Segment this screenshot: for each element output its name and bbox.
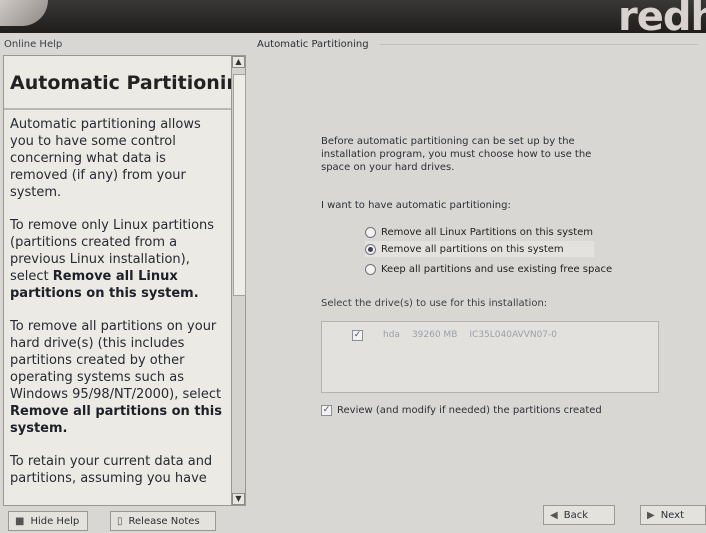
radio-button-icon[interactable]: [365, 226, 376, 238]
help-header: Online Help: [4, 39, 63, 50]
help-icon: ■: [15, 515, 25, 527]
brand-logo-text: redha: [618, 0, 706, 40]
main-panel: Before automatic partitioning can be set…: [250, 55, 706, 505]
drives-list[interactable]: ✓ hda 39260 MB IC35L040AVVN07-0: [321, 321, 659, 393]
radio-button-icon[interactable]: [365, 263, 376, 275]
redhat-swirl-logo-icon: [0, 0, 48, 26]
partition-choice-label: I want to have automatic partitioning:: [321, 200, 511, 211]
help-title: Automatic Partitioning: [10, 72, 232, 94]
help-panel[interactable]: Automatic Partitioning Automatic partiti…: [3, 55, 232, 506]
document-icon: ▯: [117, 515, 123, 527]
scroll-down-icon[interactable]: ▼: [232, 493, 245, 505]
back-arrow-icon: ◀: [550, 509, 558, 521]
option-keep-all[interactable]: Keep all partitions and use existing fre…: [365, 261, 612, 277]
top-banner: redha: [0, 0, 706, 40]
checkbox-checked-icon[interactable]: ✓: [321, 405, 332, 416]
drive-size: 39260 MB: [411, 330, 458, 340]
intro-text: Before automatic partitioning can be set…: [321, 136, 592, 173]
option-remove-all[interactable]: Remove all partitions on this system: [365, 241, 594, 257]
review-label: Review (and modify if needed) the partit…: [337, 405, 602, 416]
release-notes-button[interactable]: ▯ Release Notes: [110, 511, 216, 531]
scroll-thumb[interactable]: [233, 74, 246, 296]
back-button[interactable]: ◀ Back: [543, 505, 615, 525]
checkbox-checked-icon[interactable]: ✓: [352, 329, 363, 341]
help-paragraph: To retain your current data and partitio…: [10, 454, 213, 486]
scroll-up-icon[interactable]: ▲: [232, 56, 245, 68]
hide-help-button[interactable]: ■ Hide Help: [8, 511, 88, 531]
help-divider: [4, 108, 231, 110]
header-divider: [380, 44, 698, 45]
review-checkbox-row[interactable]: ✓ Review (and modify if needed) the part…: [321, 405, 602, 416]
help-paragraph: To remove only Linux partitions (partiti…: [10, 218, 215, 301]
drive-row-hda[interactable]: ✓ hda 39260 MB IC35L040AVVN07-0: [322, 328, 658, 342]
next-button[interactable]: ▶ Next: [640, 505, 706, 525]
drive-model: IC35L040AVVN07-0: [469, 330, 558, 340]
help-paragraph: Automatic partitioning allows you to hav…: [10, 117, 201, 200]
help-paragraph: To remove all partitions on your hard dr…: [10, 319, 222, 436]
help-scrollbar[interactable]: ▲ ▼: [231, 55, 246, 506]
next-arrow-icon: ▶: [647, 509, 655, 521]
option-remove-linux[interactable]: Remove all Linux Partitions on this syst…: [365, 224, 593, 240]
drive-name: hda: [383, 330, 400, 340]
radio-button-selected-icon[interactable]: [365, 243, 376, 255]
drives-label: Select the drive(s) to use for this inst…: [321, 298, 548, 309]
